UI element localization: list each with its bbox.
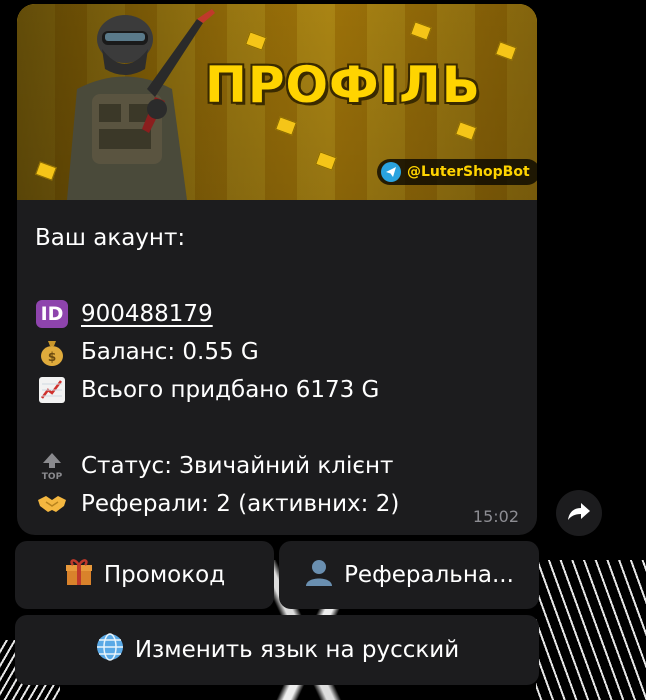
message-bubble: ПРОФІЛЬ @LuterShopBot Ваш акаунт: ID 900…	[17, 4, 537, 535]
total-purchased-text: Всього придбано 6173 G	[81, 377, 380, 403]
gift-icon	[64, 557, 94, 593]
globe-icon	[95, 632, 125, 668]
balance-line: $ Баланс: 0.55 G	[35, 333, 399, 371]
id-badge-icon: ID	[35, 299, 69, 329]
status-line: TOP Статус: Звичайний клієнт	[35, 447, 399, 485]
share-button[interactable]	[556, 490, 602, 536]
referral-button[interactable]: Реферальна...	[279, 541, 539, 609]
promo-code-button[interactable]: Промокод	[15, 541, 274, 609]
account-header: Ваш акаунт:	[35, 225, 186, 251]
bot-handle-text: @LuterShopBot	[407, 164, 530, 180]
money-bag-icon: $	[35, 337, 69, 367]
promo-code-label: Промокод	[103, 562, 226, 588]
profile-banner-image: ПРОФІЛЬ @LuterShopBot	[17, 4, 537, 200]
user-id-link[interactable]: 900488179	[81, 295, 213, 333]
change-language-label: Изменить язык на русский	[134, 637, 460, 663]
top-arrow-icon: TOP	[35, 451, 69, 481]
change-language-button[interactable]: Изменить язык на русский	[15, 615, 539, 685]
user-silhouette-icon	[304, 557, 334, 593]
share-arrow-icon	[567, 501, 591, 525]
handshake-icon	[35, 489, 69, 519]
telegram-icon	[381, 162, 401, 182]
referrals-line: Реферали: 2 (активних: 2)	[35, 485, 399, 523]
bot-handle-badge: @LuterShopBot	[377, 159, 537, 185]
referral-label: Реферальна...	[344, 562, 514, 588]
referrals-text: Реферали: 2 (активних: 2)	[81, 491, 400, 517]
balance-text: Баланс: 0.55 G	[81, 339, 259, 365]
svg-text:TOP: TOP	[42, 472, 63, 481]
banner-title: ПРОФІЛЬ	[205, 56, 481, 114]
user-id-line: ID 900488179	[35, 295, 399, 333]
total-purchased-line: Всього придбано 6173 G	[35, 371, 399, 409]
message-time: 15:02	[472, 507, 519, 526]
status-text: Статус: Звичайний клієнт	[81, 453, 394, 479]
svg-text:$: $	[48, 350, 56, 364]
message-text: Ваш акаунт: ID 900488179 $ Баланс: 0.55 …	[35, 219, 399, 523]
soldier-illustration	[67, 9, 215, 200]
chart-up-icon	[35, 375, 69, 405]
